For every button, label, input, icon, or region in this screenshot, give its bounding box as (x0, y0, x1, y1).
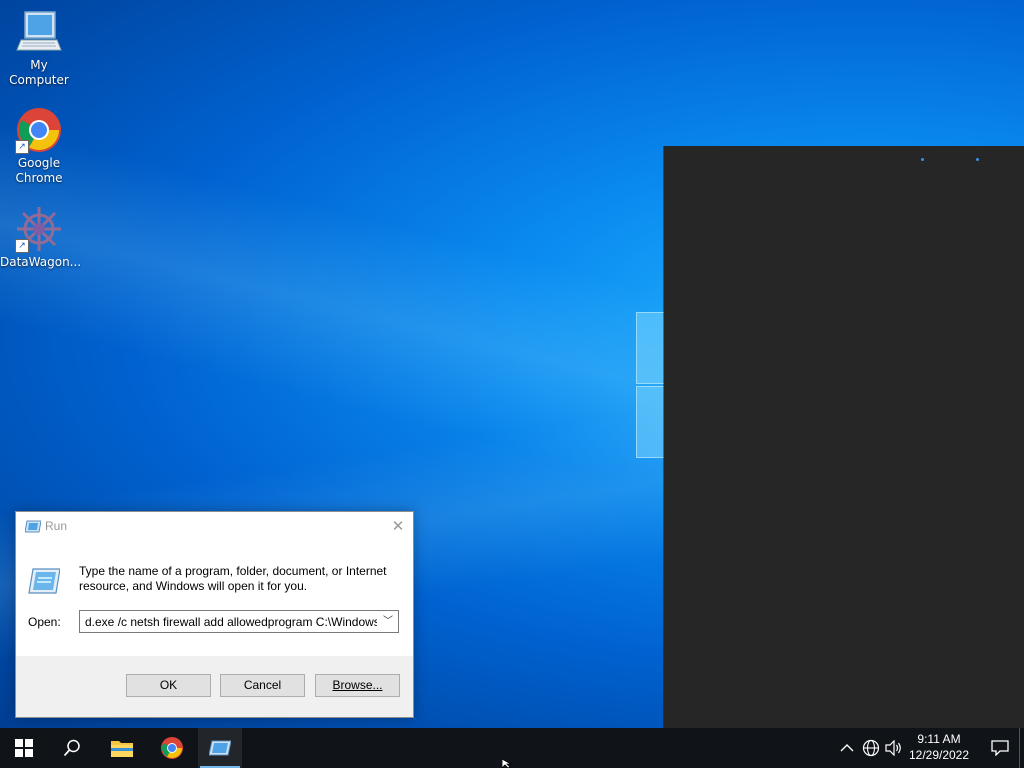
desktop-icon-label: DataWagon... (0, 255, 82, 269)
open-input[interactable]: d.exe /c netsh firewall add allowedprogr… (85, 614, 377, 630)
network-icon (862, 739, 880, 757)
desktop-icon-google-chrome[interactable]: ↗ Google Chrome (0, 106, 78, 186)
action-center-button[interactable] (980, 728, 1020, 768)
run-dialog-title: Run (45, 519, 68, 533)
close-icon: ✕ (391, 517, 405, 535)
show-desktop-button[interactable] (1019, 728, 1024, 768)
run-description: Type the name of a program, folder, docu… (79, 564, 387, 593)
file-explorer-icon (111, 741, 133, 757)
run-footer: OK Cancel Browse... (16, 656, 413, 717)
browse-button[interactable]: Browse... (315, 674, 400, 697)
run-icon (209, 740, 231, 756)
desktop: My Computer ↗ Google Chrome ↗ DataWagon.… (0, 0, 1024, 728)
chevron-down-icon: ﹀ (383, 616, 393, 627)
run-body: Type the name of a program, folder, docu… (16, 542, 413, 656)
search-button[interactable] (48, 728, 96, 768)
search-icon (63, 739, 80, 757)
desktop-icon-datawagon[interactable]: ↗ DataWagon... (0, 205, 82, 270)
mouse-cursor-icon (502, 759, 513, 768)
clock-date: 12/29/2022 (908, 748, 970, 762)
chrome-icon: ↗ (15, 106, 63, 154)
clock-time: 9:11 AM (917, 732, 961, 746)
datawagon-icon: ↗ (15, 205, 63, 253)
desktop-icon-label: Google Chrome (15, 156, 63, 185)
dark-window[interactable] (664, 146, 1024, 728)
desktop-icon-label: My Computer (9, 58, 69, 87)
shortcut-arrow-icon: ↗ (15, 140, 29, 154)
loading-dot (976, 158, 979, 161)
run-program-icon (28, 568, 60, 594)
run-dialog[interactable]: Run ✕ Type the name of a program, folder… (15, 511, 414, 718)
chrome-icon (161, 737, 183, 759)
taskbar-chrome[interactable] (148, 728, 196, 768)
open-combobox[interactable]: d.exe /c netsh firewall add allowedprogr… (79, 610, 399, 633)
run-icon (25, 520, 41, 533)
notification-icon (991, 740, 1009, 756)
computer-icon (15, 8, 63, 56)
taskbar-clock[interactable]: 9:11 AM 12/29/2022 (900, 731, 978, 763)
dropdown-arrow-button[interactable]: ﹀ (381, 614, 395, 630)
cancel-button[interactable]: Cancel (220, 674, 305, 697)
close-button[interactable]: ✕ (383, 512, 413, 542)
desktop-icon-my-computer[interactable]: My Computer (0, 8, 78, 88)
ok-button[interactable]: OK (126, 674, 211, 697)
loading-dot (921, 158, 924, 161)
taskbar-run[interactable] (198, 728, 242, 768)
run-titlebar[interactable]: Run ✕ (16, 512, 413, 542)
shortcut-arrow-icon: ↗ (15, 239, 29, 253)
chevron-up-icon (840, 744, 854, 752)
windows-start-icon (15, 739, 33, 757)
browse-button-label: Browse... (332, 678, 383, 692)
network-button[interactable] (861, 738, 881, 758)
start-button[interactable] (0, 728, 48, 768)
open-label: Open: (28, 615, 61, 629)
show-hidden-icons-button[interactable] (837, 738, 857, 758)
taskbar-file-explorer[interactable] (98, 728, 146, 768)
